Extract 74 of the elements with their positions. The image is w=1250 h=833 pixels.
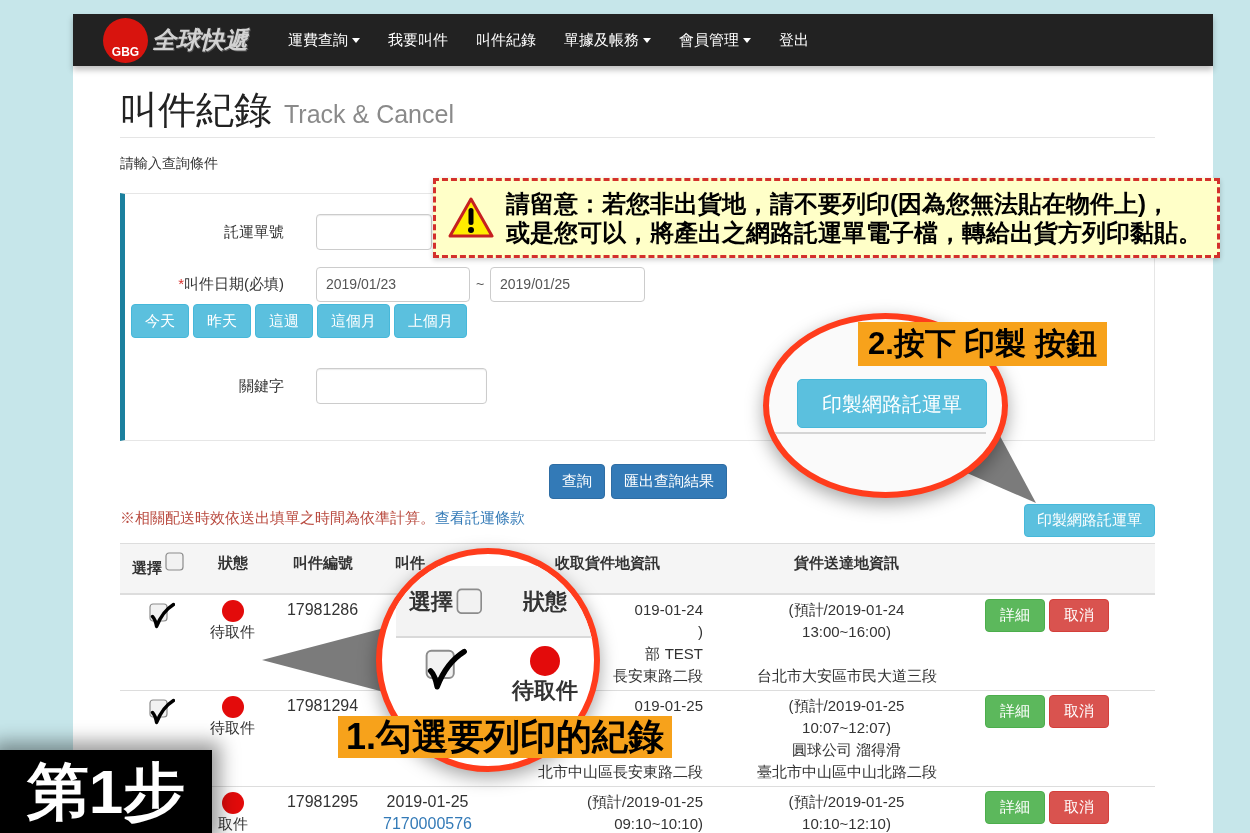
search-button[interactable]: 查詢 [548,464,605,499]
status-text: 待取件 [512,678,578,704]
contact-text: 部 TEST [645,644,703,664]
contact-text: 圓球公司 溜得滑 [791,740,902,760]
details-button[interactable]: 詳細 [985,599,1045,632]
nav-link[interactable]: 我要叫件 [374,14,462,66]
nav-link[interactable]: 會員管理 [665,14,765,66]
column-header: 狀態 [217,554,248,571]
tracking-link[interactable]: 7170000576 [383,813,472,833]
field-label: 關鍵字 [238,375,284,396]
column-header: 選擇 [131,558,162,578]
column-header: 貨件送達地資訊 [794,554,899,571]
logo-text[interactable]: 全球快遞 [152,25,248,55]
cancel-button[interactable]: 取消 [1049,695,1109,728]
nav-link[interactable]: 單據及帳務 [550,14,665,66]
terms-link[interactable]: 查看託運條款 [435,509,525,526]
schedule-text: 019-01-25 [634,696,703,716]
order-number: 17981286 [286,601,359,618]
checkbox[interactable] [164,552,184,571]
details-button[interactable]: 詳細 [985,695,1045,728]
status-text: 取件 [217,815,248,833]
schedule-text: 019-01-24 [634,600,703,620]
date-text: 2019-01-25 [386,792,469,812]
warning-text: 請留意：若您非出貨地，請不要列印(因為您無法貼在物件上)， 或是您可以，將產出之網路託運單電子檔，轉給出貨方列印黏貼。 [506,189,1202,247]
warning-icon [448,197,494,239]
date-field[interactable]: 2019/01/25 [490,267,645,302]
nav-link[interactable]: 登出 [765,14,823,66]
address-text: 長安東路二段 [613,666,703,686]
schedule-text: 09:10~10:10) [614,814,703,833]
column-header: 叫件 [395,554,425,571]
callout-label: 2.按下 印製 按鈕 [858,322,1108,366]
schedule-text: (預計/2019-01-25 [587,792,703,812]
status-text: 待取件 [210,623,255,641]
required-mark: * [178,274,184,295]
input-field[interactable] [316,214,432,250]
address-text: 北市中山區長安東路二段 [538,762,703,782]
checkbox[interactable] [425,646,467,691]
prompt-text: 請輸入查詢條件 [120,154,218,173]
order-number: 17981295 [286,793,359,810]
input-field[interactable] [316,368,487,404]
schedule-text: 10:10~12:10) [802,814,891,833]
field-label: 叫件日期(必填) [184,274,284,295]
order-number: 17981294 [286,697,359,714]
column-header: 叫件編號 [292,554,353,571]
column-header: 選擇 [409,587,454,616]
nav-link[interactable]: 運費查詢 [274,14,374,66]
address-text: 台北市大安區市民大道三段 [756,666,937,686]
status-text: 待取件 [210,719,255,737]
checkbox[interactable] [148,697,175,725]
callout-label: 1.勾選要列印的紀錄 [338,716,673,758]
schedule-text: (預計/2019-01-24 [788,600,905,620]
schedule-text: 13:00~16:00) [802,622,891,642]
search-button[interactable]: 匯出查詢結果 [610,464,727,499]
page-subtitle: Track & Cancel [284,99,454,129]
nav-link[interactable]: 叫件紀錄 [462,14,550,66]
details-button[interactable]: 詳細 [985,791,1045,824]
schedule-text: 10:07~12:07) [802,718,891,738]
cancel-button[interactable]: 取消 [1049,791,1109,824]
column-header: 收取貨件地資訊 [555,554,660,571]
field-label: 託運單號 [223,221,284,242]
step-label: 第1步 [0,750,212,833]
range-separator: ~ [474,275,486,294]
schedule-text: (預計/2019-01-25 [788,696,905,716]
checkbox[interactable] [456,587,483,615]
logo-badge: GBG [103,17,148,63]
date-field[interactable]: 2019/01/23 [316,267,470,302]
notice-text: ※相關配送時效依送出填單之時間為依準計算。查看託運條款 [120,508,525,528]
cancel-button[interactable]: 取消 [1049,599,1109,632]
schedule-text: ) [698,622,703,642]
page-title: 叫件紀錄 [120,88,272,132]
column-header: 狀態 [523,587,567,616]
address-text: 臺北市中山區中山北路二段 [756,762,937,782]
schedule-text: (預計/2019-01-25 [788,792,905,812]
checkbox[interactable] [148,601,175,629]
